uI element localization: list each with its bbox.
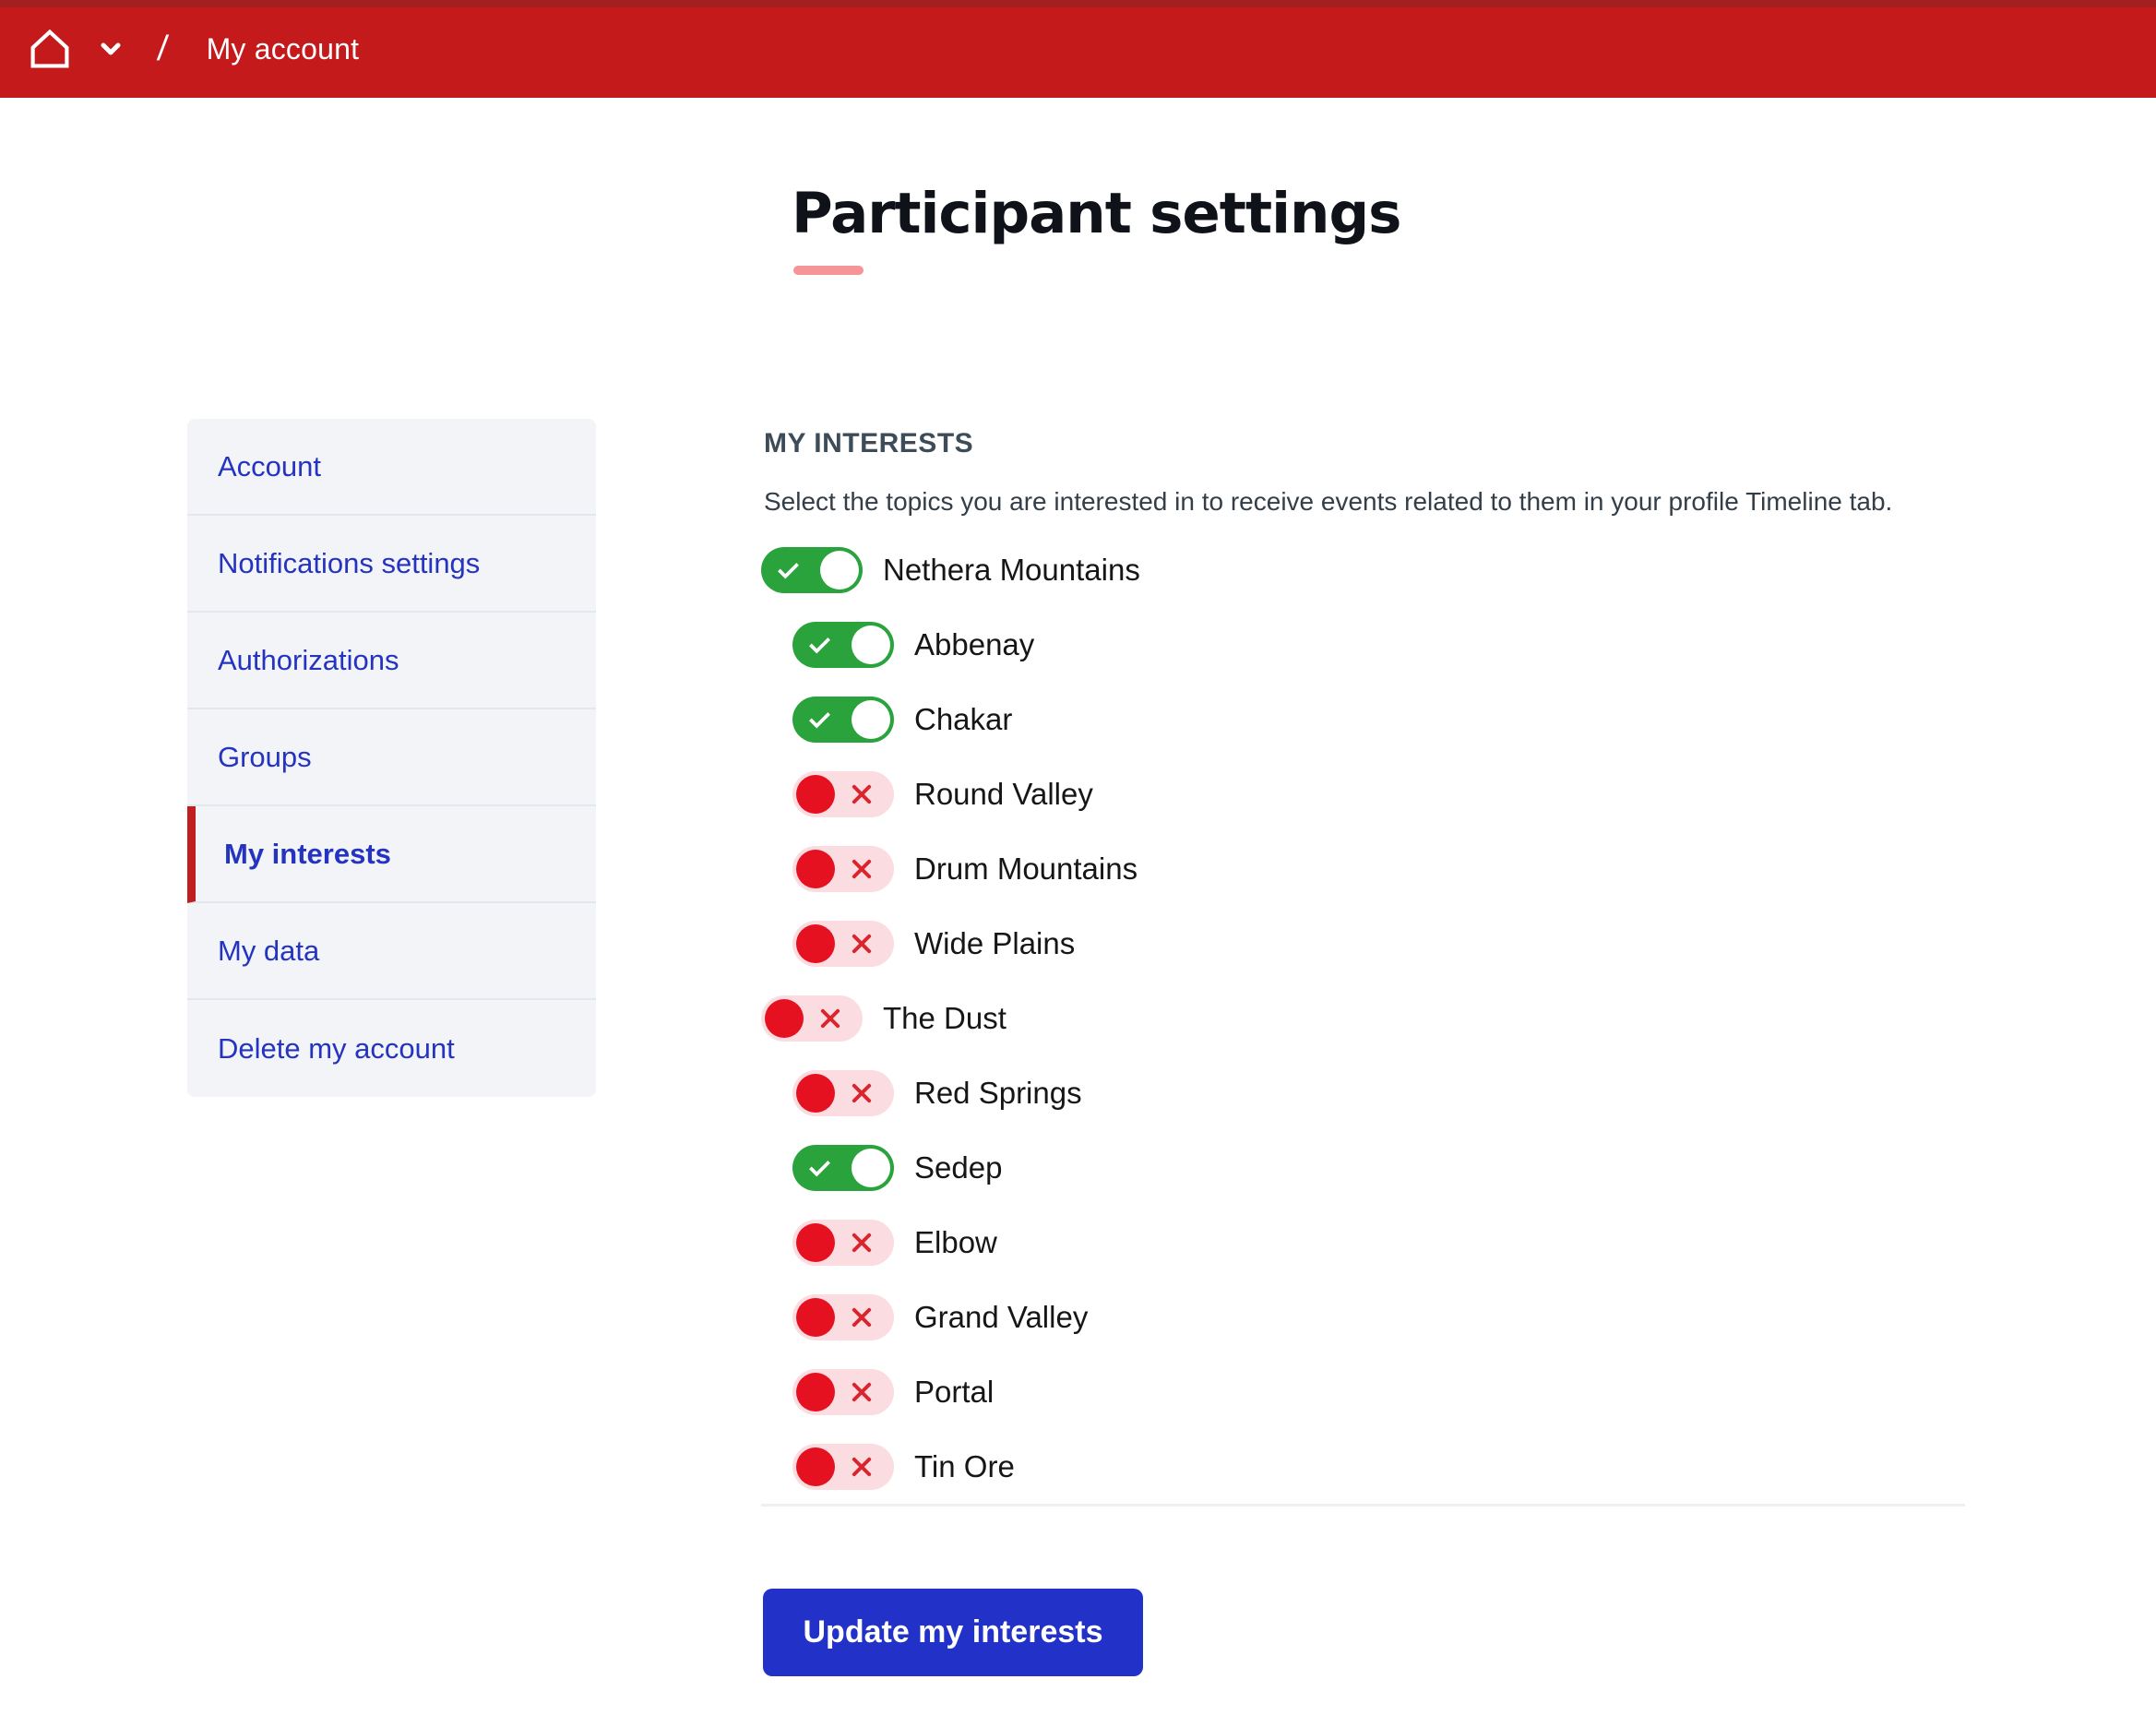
toggle-knob: [796, 1223, 835, 1262]
x-icon: [850, 1305, 874, 1329]
sidebar-item-label: My data: [218, 935, 319, 968]
sidebar-item-account[interactable]: Account: [187, 419, 596, 516]
interest-row-sedep: Sedep: [792, 1145, 1970, 1191]
toggle-tin-ore[interactable]: [792, 1444, 894, 1490]
sidebar-item-label: Notifications settings: [218, 547, 480, 580]
interest-row-the-dust: The Dust: [761, 995, 1970, 1042]
x-icon: [850, 1081, 874, 1105]
interest-label: Abbenay: [914, 627, 1034, 662]
settings-sidebar: Account Notifications settings Authorizati…: [187, 419, 596, 1097]
sidebar-item-label: Groups: [218, 741, 312, 774]
interest-row-grand-valley: Grand Valley: [792, 1294, 1970, 1340]
toggle-knob: [796, 1074, 835, 1113]
sidebar-item-authorizations[interactable]: Authorizations: [187, 613, 596, 709]
interest-row-elbow: Elbow: [792, 1220, 1970, 1266]
check-icon: [807, 708, 831, 732]
toggle-knob: [852, 1149, 890, 1187]
interest-row-nethera-mountains: Nethera Mountains: [761, 547, 1970, 593]
breadcrumb-separator: /: [156, 30, 170, 69]
toggle-drum-mountains[interactable]: [792, 846, 894, 892]
interests-description: Select the topics you are interested in …: [764, 487, 1892, 517]
interest-label: Nethera Mountains: [883, 553, 1140, 588]
x-icon: [850, 932, 874, 956]
home-icon-glyph: [29, 28, 71, 70]
interest-row-chakar: Chakar: [792, 697, 1970, 743]
toggle-the-dust[interactable]: [761, 995, 863, 1042]
page-title: Participant settings: [792, 181, 1400, 246]
check-icon: [807, 1156, 831, 1180]
breadcrumb-current: My account: [207, 32, 360, 66]
top-nav-bar: / My account: [0, 0, 2156, 98]
interest-label: Sedep: [914, 1150, 1002, 1185]
check-icon: [776, 558, 800, 582]
toggle-portal[interactable]: [792, 1369, 894, 1415]
interest-label: Tin Ore: [914, 1449, 1015, 1484]
interest-row-wide-plains: Wide Plains: [792, 921, 1970, 967]
interest-row-abbenay: Abbenay: [792, 622, 1970, 668]
sidebar-item-groups[interactable]: Groups: [187, 709, 596, 806]
sidebar-item-label: My interests: [224, 838, 391, 871]
title-accent-underline: [793, 266, 864, 275]
interest-row-red-springs: Red Springs: [792, 1070, 1970, 1116]
x-icon: [850, 1231, 874, 1255]
toggle-chakar[interactable]: [792, 697, 894, 743]
sidebar-item-notifications-settings[interactable]: Notifications settings: [187, 516, 596, 613]
sidebar-item-label: Account: [218, 450, 321, 483]
toggle-red-springs[interactable]: [792, 1070, 894, 1116]
toggle-knob: [852, 700, 890, 739]
interest-row-drum-mountains: Drum Mountains: [792, 846, 1970, 892]
toggle-knob: [796, 775, 835, 814]
interest-label: Round Valley: [914, 777, 1093, 812]
sidebar-item-delete-my-account[interactable]: Delete my account: [187, 1000, 596, 1097]
interest-row-tin-ore: Tin Ore: [792, 1444, 1970, 1490]
toggle-knob: [796, 1373, 835, 1411]
home-icon[interactable]: [29, 28, 71, 70]
toggle-round-valley[interactable]: [792, 771, 894, 817]
section-divider: [761, 1504, 1965, 1507]
interest-label: Red Springs: [914, 1076, 1082, 1111]
toggle-elbow[interactable]: [792, 1220, 894, 1266]
x-icon: [850, 857, 874, 881]
x-icon: [850, 1455, 874, 1479]
chevron-down-icon[interactable]: [95, 33, 126, 65]
interests-toggle-list: Nethera Mountains Abbenay Chakar Round Vall…: [761, 547, 1970, 1519]
toggle-sedep[interactable]: [792, 1145, 894, 1191]
update-interests-button[interactable]: Update my interests: [763, 1589, 1143, 1676]
interest-label: Wide Plains: [914, 926, 1075, 961]
toggle-knob: [765, 999, 804, 1038]
sidebar-item-my-interests[interactable]: My interests: [187, 806, 596, 903]
toggle-nethera-mountains[interactable]: [761, 547, 863, 593]
x-icon: [850, 782, 874, 806]
toggle-knob: [796, 924, 835, 963]
sidebar-item-my-data[interactable]: My data: [187, 903, 596, 1000]
toggle-knob: [796, 850, 835, 888]
interest-label: Chakar: [914, 702, 1012, 737]
interest-label: Grand Valley: [914, 1300, 1088, 1335]
interest-label: Elbow: [914, 1225, 997, 1260]
interest-label: Portal: [914, 1375, 994, 1410]
sidebar-item-label: Authorizations: [218, 644, 399, 677]
chevron-down-glyph: [97, 35, 125, 63]
toggle-knob: [796, 1298, 835, 1337]
toggle-wide-plains[interactable]: [792, 921, 894, 967]
toggle-knob: [820, 551, 859, 590]
toggle-abbenay[interactable]: [792, 622, 894, 668]
interest-label: Drum Mountains: [914, 852, 1138, 887]
x-icon: [818, 1006, 842, 1030]
check-icon: [807, 633, 831, 657]
toggle-knob: [796, 1447, 835, 1486]
x-icon: [850, 1380, 874, 1404]
interests-heading: MY INTERESTS: [764, 428, 973, 459]
sidebar-item-label: Delete my account: [218, 1032, 455, 1066]
interest-row-portal: Portal: [792, 1369, 1970, 1415]
interest-row-round-valley: Round Valley: [792, 771, 1970, 817]
interest-label: The Dust: [883, 1001, 1007, 1036]
toggle-grand-valley[interactable]: [792, 1294, 894, 1340]
toggle-knob: [852, 625, 890, 664]
